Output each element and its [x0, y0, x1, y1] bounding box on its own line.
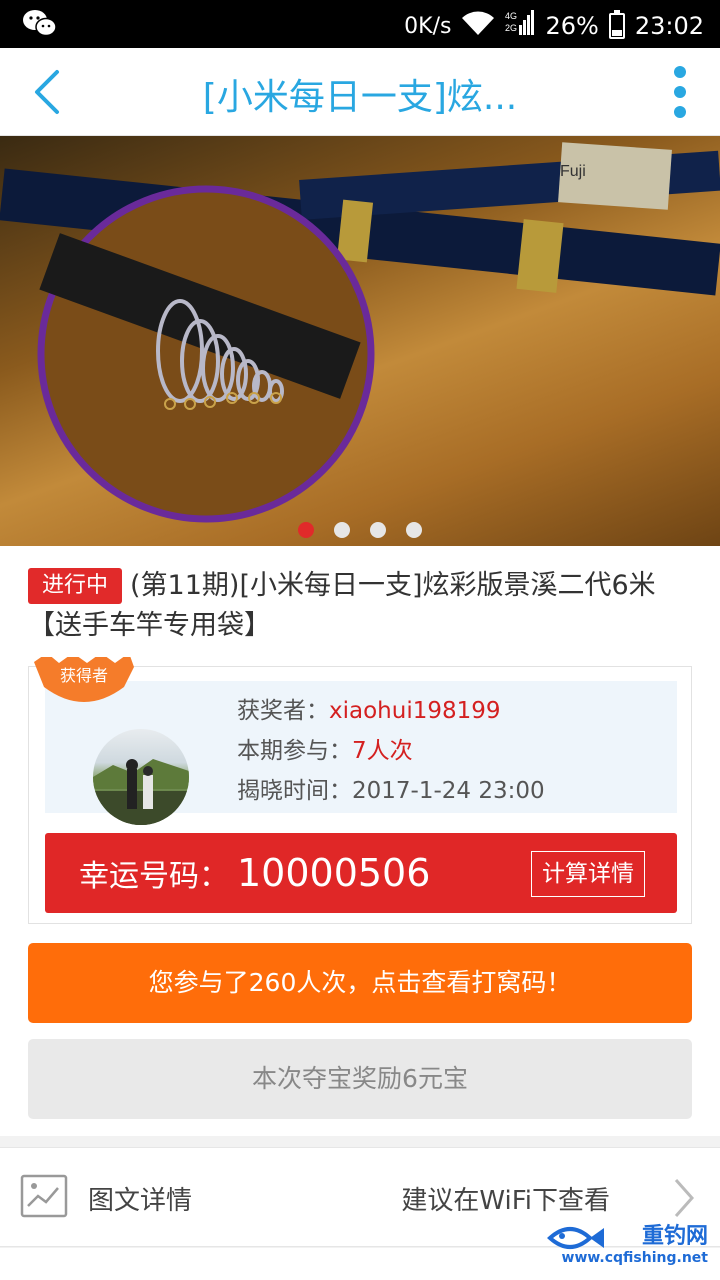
reveal-time-row: 揭晓时间：2017-1-24 23:00 — [237, 771, 545, 811]
winner-row: 获奖者：xiaohui198199 — [237, 691, 545, 731]
view-codes-button[interactable]: 您参与了260人次，点击查看打窝码！ — [28, 943, 692, 1023]
status-badge: 进行中 — [28, 568, 123, 604]
battery-icon — [608, 10, 625, 39]
participation-count: 7人次 — [352, 738, 413, 764]
app-header: [小米每日一支]炫... — [0, 48, 720, 136]
wifi-icon — [461, 10, 495, 42]
carousel-indicator[interactable] — [0, 522, 720, 538]
product-title-section: 进行中 (第11期)[小米每日一支]炫彩版景溪二代6米【送手车竿专用袋】 — [0, 546, 720, 664]
watermark-text: 重钓网 — [641, 1224, 708, 1249]
status-bar: 0K/s 4G 2G 26% 23:02 — [0, 0, 720, 48]
carousel-dot[interactable] — [334, 522, 350, 538]
wechat-icon — [22, 8, 58, 44]
winner-info-panel: 获奖者：xiaohui198199 本期参与：7人次 揭晓时间：2017-1-2… — [45, 681, 677, 825]
calc-details-button[interactable]: 计算详情 — [531, 851, 645, 897]
avatar[interactable] — [93, 729, 189, 825]
rod-brand-label: Fuji — [560, 163, 586, 180]
reveal-time: 2017-1-24 23:00 — [352, 778, 545, 804]
more-vertical-icon[interactable] — [670, 66, 690, 118]
signal-icon: 4G 2G — [505, 9, 535, 43]
battery-percent: 26% — [545, 12, 599, 40]
detail-label: 图文详情 — [88, 1186, 193, 1216]
winner-name[interactable]: xiaohui198199 — [329, 698, 501, 724]
site-watermark: 重钓网 www.cqfishing.net — [544, 1214, 714, 1274]
product-banner[interactable]: Fuji — [0, 136, 720, 546]
participation-label: 本期参与： — [237, 738, 352, 764]
reveal-time-label: 揭晓时间： — [237, 778, 352, 804]
network-speed: 0K/s — [404, 13, 452, 39]
clock: 23:02 — [634, 12, 704, 40]
reward-info: 本次夺宝奖励6元宝 — [28, 1039, 692, 1119]
lucky-number-bar: 幸运号码： 10000506 计算详情 — [45, 833, 677, 913]
participation-row: 本期参与：7人次 — [237, 731, 545, 771]
carousel-dot[interactable] — [370, 522, 386, 538]
wifi-hint: 建议在WiFi下查看 — [401, 1186, 610, 1216]
svg-text:2G: 2G — [505, 23, 517, 33]
lucky-number: 10000506 — [237, 851, 431, 895]
winner-ribbon-icon: 获得者 — [34, 657, 134, 702]
winner-label: 获奖者： — [237, 698, 329, 724]
winner-card: 获奖者：xiaohui198199 本期参与：7人次 揭晓时间：2017-1-2… — [28, 657, 692, 924]
page-title: [小米每日一支]炫... — [202, 77, 518, 118]
product-title: (第11期)[小米每日一支]炫彩版景溪二代6米【送手车竿专用袋】 — [28, 570, 656, 641]
lucky-number-label: 幸运号码： — [79, 859, 229, 894]
svg-text:4G: 4G — [505, 11, 517, 21]
carousel-dot[interactable] — [406, 522, 422, 538]
image-icon — [20, 1174, 68, 1218]
winner-section: 获奖者：xiaohui198199 本期参与：7人次 揭晓时间：2017-1-2… — [0, 657, 720, 1136]
carousel-dot[interactable] — [298, 522, 314, 538]
watermark-url: www.cqfishing.net — [561, 1250, 708, 1266]
ribbon-label: 获得者 — [60, 666, 108, 685]
back-arrow-icon[interactable] — [26, 66, 66, 118]
